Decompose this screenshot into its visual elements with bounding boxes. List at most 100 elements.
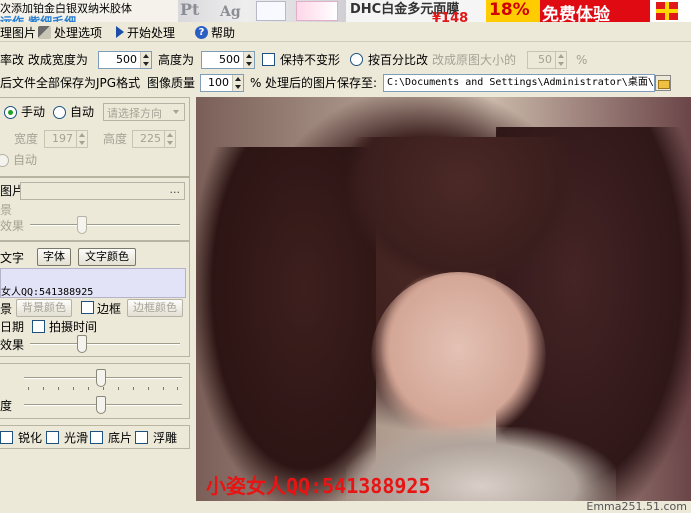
ad-pt-text: Pt [180,0,200,19]
ad-ag-text: Ag [220,4,241,20]
auto2-radio[interactable] [0,154,9,167]
ad-free-trial-text: 免费体验 [542,5,610,22]
auto2-label: 自动 [13,153,38,167]
save-path-input[interactable]: C:\Documents and Settings\Administrator\… [383,74,655,92]
ad-banner[interactable]: 次添加铂金白银双纳米胶体 运作 紫细毛细 Pt Ag DHC白金多元面膜 ¥14… [0,0,691,22]
text-label: 文字 [0,251,25,265]
ad-segment-6[interactable] [650,0,691,22]
keep-ratio-label: 保持不变形 [280,53,341,67]
ad-segment-2[interactable]: Pt Ag [178,0,346,22]
direction-select[interactable]: 请选择方向 [103,103,185,121]
slider-thumb[interactable] [96,369,106,387]
ad-text-2: 运作 紫细毛细 [0,15,77,22]
ad-percent-text: 18% [489,0,530,20]
sharpen-label: 锐化 [18,431,43,445]
percent-radio[interactable] [350,53,363,66]
folder-icon[interactable] [655,75,671,91]
brightness-slider[interactable] [24,368,182,388]
filter-group: 锐化 光滑 底片 浮雕 [0,425,190,449]
slider-thumb[interactable] [96,396,106,414]
border-checkbox[interactable] [81,301,94,314]
sharpen-checkbox[interactable] [0,431,13,444]
ad-segment-4[interactable]: 18% [486,0,540,22]
font-button[interactable]: 字体 [37,248,71,266]
watermark-text-input[interactable]: 女人QQ:541388925 [0,268,186,298]
negative-checkbox[interactable] [90,431,103,444]
menu-bar: 理图片 处理选项 开始处理 ? 帮助 [0,22,691,42]
quality-unit: % [250,76,262,90]
ad-segment-5[interactable]: 免费体验 [540,0,650,22]
shoot-time-checkbox[interactable] [32,320,45,333]
crop-width-label: 宽度 [14,132,39,146]
play-icon [116,26,124,38]
menu-start-process[interactable]: 开始处理 [116,24,175,40]
text-bg-label: 景 [0,302,13,316]
negative-label: 底片 [108,431,133,445]
slider-thumb[interactable] [77,216,87,234]
browse-dots[interactable]: ... [170,183,181,196]
image-effect-slider[interactable] [30,215,180,235]
manual-radio[interactable] [4,106,17,119]
image-watermark-group: 图片 ... 景 效果 [0,177,190,241]
bg-color-button[interactable]: 背景颜色 [16,299,72,317]
save-options-row: 后文件全部保存为JPG格式 图像质量 100 % 处理后的图片保存至: C:\D… [0,72,691,96]
tool-icon [38,25,51,39]
image-file-field[interactable]: ... [20,182,185,200]
height-value: 500 [219,53,240,66]
keep-ratio-checkbox[interactable] [262,53,275,66]
ad-price-text: ¥148 [432,11,469,22]
image-bg-label: 景 [0,203,13,217]
ad-segment-3[interactable]: DHC白金多元面膜 ¥148 [346,0,486,22]
quality-spinbox[interactable]: 100 [200,74,244,92]
percent-value: 50 [528,52,555,68]
status-strip: Emma251.51.com [196,500,691,513]
menu-label: 处理选项 [54,25,103,40]
emboss-label: 浮雕 [153,431,178,445]
slider-track [30,343,180,345]
text-color-button[interactable]: 文字颜色 [78,248,136,266]
percent-spinbox[interactable]: 50 [527,51,567,69]
site-watermark: Emma251.51.com [586,500,687,513]
slider-thumb[interactable] [77,335,87,353]
photo-region [371,272,546,442]
resize-options-row: 率改 改成宽度为 500 高度为 500 保持不变形 按百分比改 改成原图大小的… [0,49,691,73]
watermark-text: 小姿女人QQ:541388925 [206,474,431,498]
spin-arrows-icon[interactable] [140,52,151,68]
photo-preview[interactable]: 小姿女人QQ:541388925 [196,97,691,501]
border-label: 边框 [97,302,122,316]
chevron-down-icon[interactable] [169,105,183,119]
contrast-slider[interactable] [24,395,182,415]
height-spinbox[interactable]: 500 [201,51,255,69]
smooth-label: 光滑 [64,431,89,445]
spin-arrows-icon[interactable] [76,131,87,147]
quality-label: 图像质量 [147,76,196,90]
crop-height-spinbox[interactable]: 225 [132,130,176,148]
width-spinbox[interactable]: 500 [98,51,152,69]
left-options-panel: 手动 自动 请选择方向 宽度 197 高度 225 自动 图片 ... 景 效果 [0,97,194,513]
quality-value: 100 [208,76,229,89]
smooth-checkbox[interactable] [46,431,59,444]
crop-width-spinbox[interactable]: 197 [44,130,88,148]
text-effect-slider[interactable] [30,334,180,354]
spin-arrows-icon[interactable] [555,52,566,68]
spin-arrows-icon[interactable] [164,131,175,147]
percent-label: 按百分比改 [368,53,429,67]
watermark-text-value: 女人QQ:541388925 [1,287,94,298]
manual-label: 手动 [21,105,46,119]
emboss-checkbox[interactable] [135,431,148,444]
crop-group: 手动 自动 请选择方向 宽度 197 高度 225 自动 [0,97,190,177]
image-effect-label: 效果 [0,219,25,233]
menu-process-images[interactable]: 理图片 [0,24,36,40]
border-color-button[interactable]: 边框颜色 [127,299,183,317]
ad-segment-1[interactable]: 次添加铂金白银双纳米胶体 运作 紫细毛细 [0,0,178,22]
menu-process-options[interactable]: 处理选项 [38,24,102,40]
date-label: 日期 [0,320,25,334]
resize-width-label: 率改 改成宽度为 [0,53,88,67]
menu-help[interactable]: ? 帮助 [195,24,235,40]
photo-region [346,137,576,287]
text-effect-label: 效果 [0,338,25,352]
spin-arrows-icon[interactable] [232,75,243,91]
spin-arrows-icon[interactable] [243,52,254,68]
degree-label: 度 [0,399,13,413]
auto-radio[interactable] [53,106,66,119]
